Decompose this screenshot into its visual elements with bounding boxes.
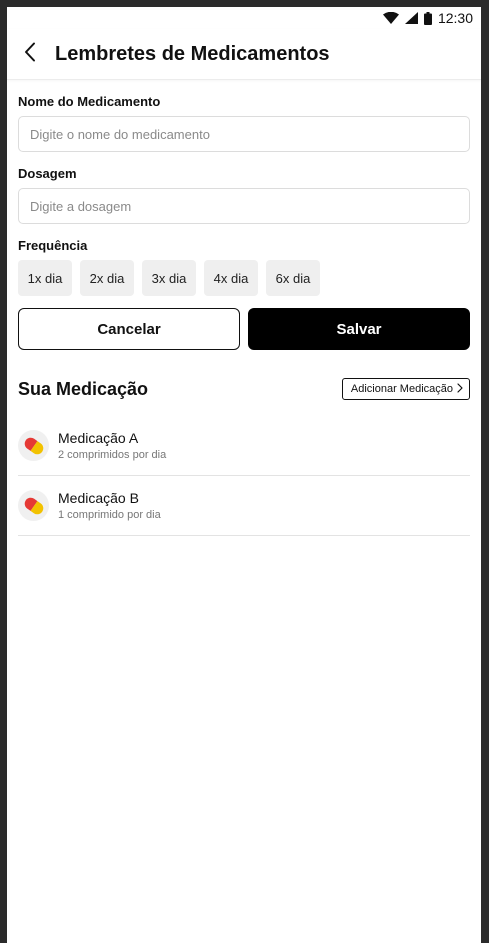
battery-icon bbox=[423, 11, 432, 25]
frequency-option-4x[interactable]: 4x dia bbox=[204, 260, 258, 296]
frequency-options: 1x dia 2x dia 3x dia 4x dia 6x dia bbox=[18, 260, 470, 296]
medication-name: Medicação B bbox=[58, 490, 139, 506]
app-bar: Lembretes de Medicamentos bbox=[7, 29, 481, 80]
status-bar: 12:30 bbox=[7, 7, 481, 29]
medication-name-input[interactable] bbox=[18, 116, 470, 152]
add-medication-label: Adicionar Medicação bbox=[350, 383, 453, 395]
frequency-option-6x[interactable]: 6x dia bbox=[266, 260, 320, 296]
medication-dosage: 2 comprimidos por dia bbox=[58, 449, 167, 461]
back-button[interactable] bbox=[19, 39, 41, 69]
medication-section-header: Sua Medicação Adicionar Medicação bbox=[18, 378, 470, 400]
chevron-left-icon bbox=[24, 42, 36, 67]
frequency-option-3x[interactable]: 3x dia bbox=[142, 260, 196, 296]
list-item[interactable]: Medicação A 2 comprimidos por dia bbox=[18, 416, 470, 476]
section-title: Sua Medicação bbox=[18, 378, 149, 399]
pill-icon bbox=[18, 490, 49, 521]
chevron-right-icon bbox=[457, 382, 463, 396]
phone-screen: 12:30 Lembretes de Medicamentos Nome do … bbox=[7, 7, 481, 943]
cancel-button[interactable]: Cancelar bbox=[18, 308, 240, 350]
page-title: Lembretes de Medicamentos bbox=[55, 42, 330, 65]
save-button[interactable]: Salvar bbox=[248, 308, 470, 350]
list-item[interactable]: Medicação B 1 comprimido por dia bbox=[18, 476, 470, 536]
medication-info: Medicação B 1 comprimido por dia bbox=[58, 490, 161, 521]
frequency-label: Frequência bbox=[18, 238, 88, 253]
medication-info: Medicação A 2 comprimidos por dia bbox=[58, 430, 166, 461]
pill-icon bbox=[18, 430, 49, 461]
medication-name: Medicação A bbox=[58, 430, 139, 446]
frequency-option-2x[interactable]: 2x dia bbox=[80, 260, 134, 296]
wifi-icon bbox=[382, 12, 399, 24]
medication-list: Medicação A 2 comprimidos por dia Medica… bbox=[18, 416, 470, 536]
dosage-label: Dosagem bbox=[18, 166, 77, 181]
frequency-option-1x[interactable]: 1x dia bbox=[18, 260, 72, 296]
medication-dosage: 1 comprimido por dia bbox=[58, 509, 161, 521]
status-time: 12:30 bbox=[437, 10, 473, 26]
signal-icon bbox=[404, 12, 418, 24]
form-actions: Cancelar Salvar bbox=[18, 308, 470, 350]
main-content: Nome do Medicamento Dosagem Frequência 1… bbox=[7, 94, 481, 536]
add-medication-button[interactable]: Adicionar Medicação bbox=[341, 378, 470, 400]
dosage-input[interactable] bbox=[18, 188, 470, 224]
medication-name-label: Nome do Medicamento bbox=[18, 94, 161, 109]
